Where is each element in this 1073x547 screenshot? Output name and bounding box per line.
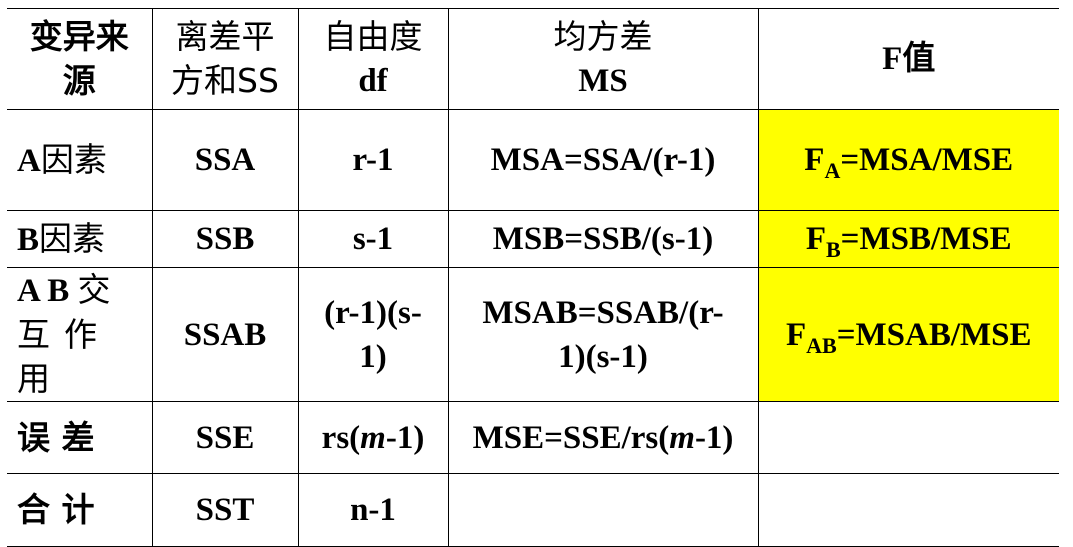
df-line2: 1) [359,338,387,375]
ms-cell: MSA=SSA/(r-1) [447,109,759,211]
f-symbol: F [805,221,826,257]
f-cell [757,473,1059,547]
table-row: A因素 SSA r-1 MSA=SSA/(r-1) FA=MSA/MSE [7,109,1059,211]
df-cell: rs(m-1) [297,401,449,474]
f-formula: =MSAB/MSE [836,316,1032,353]
header-ss-line1: 离差平 [175,17,275,56]
header-row: 变异来 源 离差平 方和SS 自由度 df 均方差 MS F值 [7,8,1059,110]
ss-cell: SSAB [151,267,299,402]
table-row: A B 交 互作用 SSAB (r-1)(s- 1) MSAB=SSAB/(r-… [7,267,1059,402]
source-line2: 互作用 [17,315,111,398]
f-cell [757,401,1059,474]
table-row: 误 差 SSE rs(m-1) MSE=SSE/rs(m-1) [7,401,1059,474]
source-letter: B [17,221,40,258]
df-cell: (r-1)(s- 1) [297,267,449,402]
ss-cell: SSA [151,109,299,211]
f-subscript: AB [806,332,837,358]
source-cell: 合 计 [7,473,153,547]
ms-cell [447,473,759,547]
ms-cell: MSAB=SSAB/(r- 1)(s-1) [447,267,759,402]
f-symbol: F [785,316,807,353]
ss-cell: SSE [151,401,299,474]
df-suffix: -1) [385,419,425,456]
f-cell: FAB=MSAB/MSE [757,267,1059,402]
source-cell: 误 差 [7,401,153,474]
anova-table: 变异来 源 离差平 方和SS 自由度 df 均方差 MS F值 A因素 SSA … [7,8,1059,547]
f-cell: FB=MSB/MSE [757,210,1059,268]
header-df-line1: 自由度 [323,17,423,56]
ms-italic: m [669,419,695,456]
source-cell: A因素 [7,109,153,211]
source-letters: A B [17,273,70,309]
ss-cell: SSB [151,210,299,268]
source-cell: A B 交 互作用 [7,267,153,402]
ms-line2: 1)(s-1) [558,338,648,375]
ms-line1: MSAB=SSAB/(r- [482,294,724,331]
header-f: F值 [757,8,1059,110]
f-cell: FA=MSA/MSE [757,109,1059,211]
f-subscript: B [825,237,841,262]
header-df-line2: df [358,63,388,99]
header-df: 自由度 df [297,8,449,110]
source-cell: B因素 [7,210,153,268]
f-symbol: F [804,142,825,178]
ms-cell: MSB=SSB/(s-1) [447,210,759,268]
header-ms: 均方差 MS [447,8,759,110]
source-label: 交 [77,270,111,309]
df-cell: r-1 [297,109,449,211]
source-label: 因素 [39,218,106,258]
df-line1: (r-1)(s- [324,294,422,331]
table-row: 合 计 SST n-1 [7,473,1059,547]
header-ss-line2: 方和SS [171,61,279,100]
f-formula: =MSA/MSE [840,142,1014,178]
ms-prefix: MSE=SSE/rs( [472,419,670,456]
header-source-line1: 变异来 [29,17,129,56]
ms-cell: MSE=SSE/rs(m-1) [447,401,759,474]
df-italic: m [360,419,386,456]
f-subscript: A [824,158,841,183]
header-ms-line1: 均方差 [553,17,653,56]
f-formula: =MSB/MSE [840,221,1012,257]
df-cell: n-1 [297,473,449,547]
ms-suffix: -1) [694,419,734,456]
table-row: B因素 SSB s-1 MSB=SSB/(s-1) FB=MSB/MSE [7,210,1059,268]
header-ms-line2: MS [578,63,628,99]
header-ss: 离差平 方和SS [151,8,299,110]
header-source: 变异来 源 [7,8,153,110]
ss-cell: SST [151,473,299,547]
df-cell: s-1 [297,210,449,268]
df-prefix: rs( [321,419,361,456]
source-label: 因素 [40,139,107,179]
source-line1: A B 交 [17,269,146,314]
header-source-line2: 源 [62,61,96,100]
source-letter: A [17,142,41,179]
